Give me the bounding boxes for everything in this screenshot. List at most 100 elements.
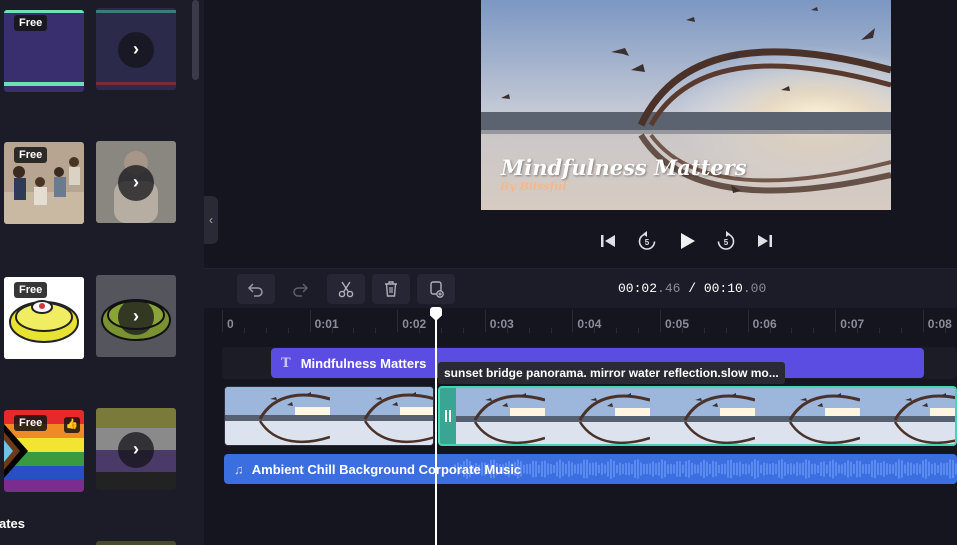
preview-overlay-title: Mindfulness Matters [501,155,747,180]
ruler-minor-tick [287,328,289,333]
audio-clip-label: Ambient Chill Background Corporate Music [251,461,522,477]
ruler-minor-tick [681,328,683,333]
ruler-tick-label: 0:06 [752,317,777,331]
rewind-5s-icon[interactable]: 5 [636,230,658,252]
redo-icon[interactable] [281,274,319,304]
ruler-tick [835,310,837,332]
forward-5s-icon[interactable]: 5 [715,230,737,252]
ruler-tick [572,310,574,332]
free-badge: Free [14,282,48,298]
free-badge: Free [14,15,48,31]
total-time: 00:10 [703,281,743,296]
thumbs-up-icon: 👍 [64,417,80,433]
asset-scrollbar[interactable] [192,0,199,80]
time-ruler[interactable]: 0 0:01 0:02 0:03 0:04 0:05 0:06 0:07 0:08 [222,308,957,338]
ruler-minor-tick [441,328,442,333]
asset-tile-pride-flag[interactable]: Free 👍 [4,410,84,492]
ruler-minor-tick [243,328,245,333]
asset-tile-people-photo[interactable]: Free [4,142,84,224]
asset-tile-donut-sticker-2[interactable]: › [96,275,176,357]
clip-trim-handle[interactable] [440,388,456,444]
ruler-tick-label: 0:02 [402,317,427,331]
ruler-minor-tick [506,328,508,333]
ruler-tick [660,310,661,332]
skip-to-end-icon[interactable] [754,230,776,252]
delete-icon[interactable] [372,274,410,304]
ruler-minor-tick [375,328,377,333]
ruler-minor-tick [265,328,267,333]
more-arrow-icon[interactable]: › [118,299,154,335]
video-clip-2-selected[interactable] [438,386,957,446]
more-arrow-icon[interactable]: › [118,432,154,468]
timeline-toolbar: 00:02.46 / 00:10.00 [204,268,957,308]
ruler-minor-tick [419,328,421,333]
asset-tile-dark-stripes[interactable]: › [96,8,176,90]
undo-icon[interactable] [237,274,275,304]
ruler-tick-label: 0:01 [314,317,339,331]
timeline[interactable]: 0 0:01 0:02 0:03 0:04 0:05 0:06 0:07 0:08 T Mind… [204,307,957,545]
audio-clip[interactable]: ♫ Ambient Chill Background Corporate Mus… [224,454,957,484]
ruler-minor-tick [879,328,880,333]
ruler-tick [397,310,399,332]
ruler-minor-tick [769,328,771,333]
ruler-minor-tick [331,328,333,333]
duplicate-icon[interactable] [417,274,455,304]
current-time: 00:02 [618,281,658,296]
ruler-minor-tick [616,328,618,333]
clip-tooltip: sunset bridge panorama. mirror water ref… [438,362,785,384]
free-badge: Free [14,415,48,431]
asset-tile-flag-stripes[interactable]: › [96,408,176,490]
forward-5s-label: 5 [724,238,729,247]
ruler-minor-tick [857,328,859,333]
ruler-tick-label: 0:04 [577,317,602,331]
timecode-display: 00:02.46 / 00:10.00 [618,281,766,296]
ruler-minor-tick [638,328,640,333]
total-time-frac: .00 [742,281,767,296]
music-note-icon: ♫ [234,461,244,477]
ruler-minor-tick [353,328,355,333]
asset-tile-donut-sticker[interactable]: Free [4,277,84,359]
ruler-minor-tick [725,328,727,333]
collapse-panel-icon[interactable]: ‹ [204,196,218,244]
ruler-tick [309,310,311,332]
asset-tile-partial[interactable] [96,541,176,545]
ruler-tick-label: 0:07 [840,317,865,331]
text-icon: T [281,355,291,371]
video-preview[interactable]: Mindfulness Matters By Blissful [481,0,891,210]
video-clip-filmstrip [440,388,955,444]
ruler-minor-tick [791,328,793,333]
current-time-frac: .46 [657,281,681,296]
more-arrow-icon[interactable]: › [118,32,154,68]
ruler-minor-tick [703,328,705,333]
ruler-tick-label: 0:05 [665,317,690,331]
preview-overlay-subtitle: By Blissful [500,180,567,193]
ruler-minor-tick [594,328,596,333]
ruler-tick [747,310,749,332]
ruler-tick [922,310,924,332]
video-clip-1[interactable] [224,386,434,446]
playhead[interactable] [435,316,437,545]
ruler-minor-tick [462,328,464,333]
ruler-tick [222,310,223,332]
rewind-5s-label: 5 [645,238,650,247]
ruler-tick-label: 0 [227,317,234,331]
play-icon[interactable] [676,230,698,252]
ruler-minor-tick [900,328,902,333]
ruler-tick-label: 0:08 [927,317,952,331]
ruler-tick-label: 0:03 [489,317,514,331]
asset-tile-person-photo[interactable]: › [96,141,176,223]
asset-panel: Free › Free › Free › Free 👍 › ates [0,0,204,545]
text-clip-label: Mindfulness Matters [300,355,427,371]
video-clip-filmstrip [225,387,433,445]
asset-tile-purple-gradient[interactable]: Free [4,10,84,92]
ruler-minor-tick [813,328,815,333]
ruler-minor-tick [550,328,552,333]
more-arrow-icon[interactable]: › [118,165,154,201]
ruler-minor-tick [528,328,530,333]
ruler-minor-tick [944,328,946,333]
split-icon[interactable] [327,274,365,304]
skip-to-start-icon[interactable] [597,230,619,252]
free-badge: Free [14,147,48,163]
section-heading: ates [0,516,26,531]
ruler-tick [484,310,486,332]
